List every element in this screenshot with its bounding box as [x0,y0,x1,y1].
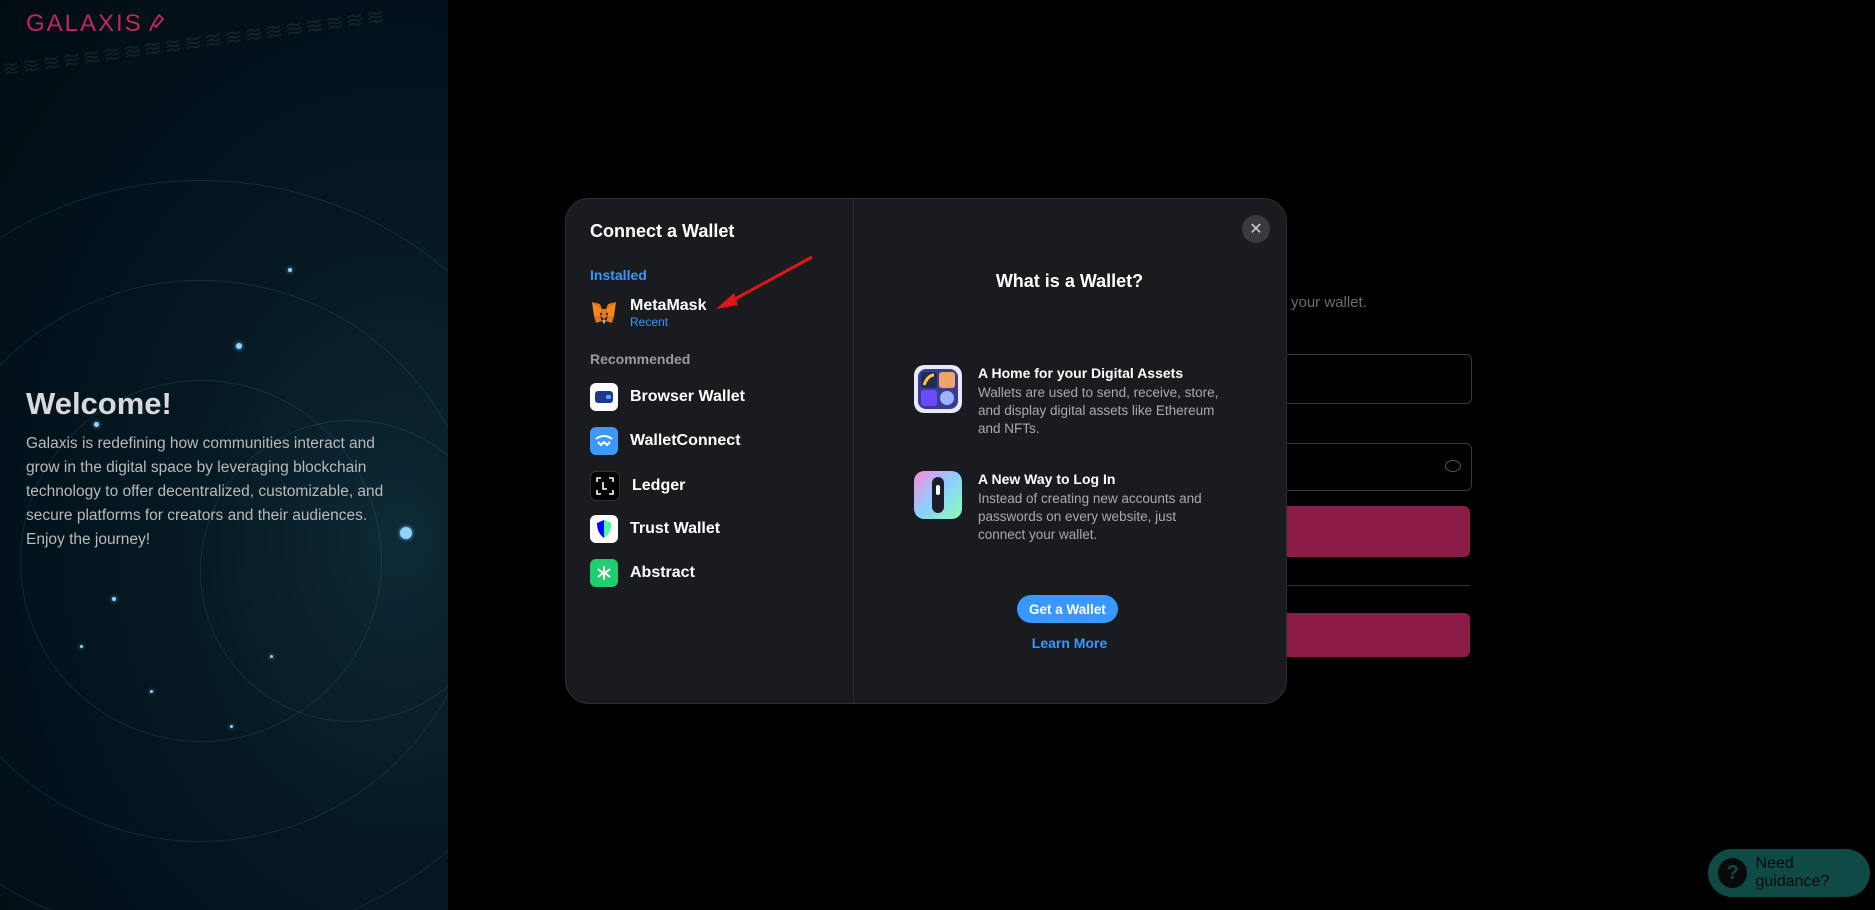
recent-badge: Recent [630,315,669,329]
feature-heading: A New Way to Log In [978,471,1116,487]
star [80,645,83,648]
walletconnect-icon [590,427,618,455]
close-icon[interactable]: ✕ [1242,215,1270,243]
browser-wallet-icon [590,383,618,411]
star [230,725,233,728]
installed-section-label: Installed [590,267,647,283]
wallet-name: Trust Wallet [630,520,721,537]
ledger-icon [590,471,620,501]
feature-login: A New Way to Log In Instead of creating … [914,471,1224,544]
annotation-arrow-icon [716,255,813,309]
star [236,343,242,349]
wallet-name: Browser Wallet [630,388,745,405]
star [112,597,116,601]
feature-description: Wallets are used to send, receive, store… [978,385,1219,436]
star [400,527,412,539]
star [94,422,99,427]
wallet-option-walletconnect[interactable]: WalletConnect [590,427,741,455]
wallet-name: MetaMask [630,297,707,314]
galaxis-logo[interactable]: GALAXIS [26,10,165,38]
login-subtitle: your wallet. [1291,294,1367,311]
logo-text: GALAXIS [26,10,143,37]
learn-more-link[interactable]: Learn More [853,635,1286,651]
wallet-option-abstract[interactable]: Abstract [590,559,695,587]
star [150,690,153,693]
need-guidance-label: Need guidance? [1755,855,1830,890]
digital-assets-icon [914,365,962,413]
get-wallet-button[interactable]: Get a Wallet [1017,595,1118,623]
welcome-description: Galaxis is redefining how communities in… [26,435,384,548]
abstract-icon [590,559,618,587]
feature-description: Instead of creating new accounts and pas… [978,491,1202,542]
trust-wallet-icon [590,515,618,543]
wallet-option-trust-wallet[interactable]: Trust Wallet [590,515,720,543]
rocket-icon [148,13,164,32]
eye-icon[interactable] [1445,460,1461,472]
wallet-name: Ledger [632,477,686,494]
wallet-option-browser-wallet[interactable]: Browser Wallet [590,383,745,411]
wallet-name: Abstract [630,564,695,581]
metamask-icon [590,299,618,327]
feature-digital-assets: A Home for your Digital Assets Wallets a… [914,365,1224,438]
star [288,268,292,272]
feature-heading: A Home for your Digital Assets [978,365,1184,381]
wallet-option-metamask[interactable]: MetaMask Recent [590,297,706,329]
question-icon: ? [1718,858,1748,888]
login-key-icon [914,471,962,519]
modal-title: Connect a Wallet [590,221,735,241]
welcome-title: Welcome! [26,386,172,421]
wallet-option-ledger[interactable]: Ledger [590,471,685,501]
connect-wallet-modal: Connect a Wallet Installed MetaMask Rece… [565,198,1287,704]
need-guidance-button[interactable]: ? Need guidance? [1708,849,1870,897]
wallet-name: WalletConnect [630,432,741,449]
star [270,655,273,658]
recommended-section-label: Recommended [590,351,691,367]
info-title: What is a Wallet? [995,271,1144,291]
